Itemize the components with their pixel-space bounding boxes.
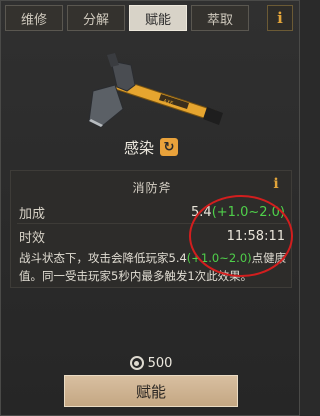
cost-row: 500 <box>1 353 301 373</box>
info-icon: i <box>273 176 279 192</box>
enchant-button[interactable]: 赋能 <box>64 375 238 407</box>
fire-axe-image: AXE <box>88 53 223 128</box>
refresh-icon[interactable]: ↻ <box>160 138 178 156</box>
skill-name: 感染 <box>123 138 154 157</box>
enchant-window: 维修 分解 赋能 萃取 i AXE 感染 ↻ 消防斧 i 加成 5.4(+1.0… <box>0 0 300 416</box>
item-preview: AXE <box>11 39 291 135</box>
tab-repair[interactable]: 维修 <box>5 5 63 31</box>
bonus-label: 加成 <box>19 206 46 222</box>
panel-info-button[interactable]: i <box>265 174 287 194</box>
tab-bar: 维修 分解 赋能 萃取 <box>5 5 297 33</box>
info-button[interactable]: i <box>267 5 293 31</box>
tab-enchant[interactable]: 赋能 <box>129 5 187 31</box>
skill-row: 感染 ↻ <box>1 135 301 159</box>
annotation-circle <box>189 195 293 277</box>
info-icon: i <box>277 9 283 27</box>
tab-dismantle[interactable]: 分解 <box>67 5 125 31</box>
duration-label: 时效 <box>19 230 46 246</box>
gear-icon <box>129 356 144 370</box>
tab-extract[interactable]: 萃取 <box>191 5 249 31</box>
cost-amount: 500 <box>147 355 173 371</box>
